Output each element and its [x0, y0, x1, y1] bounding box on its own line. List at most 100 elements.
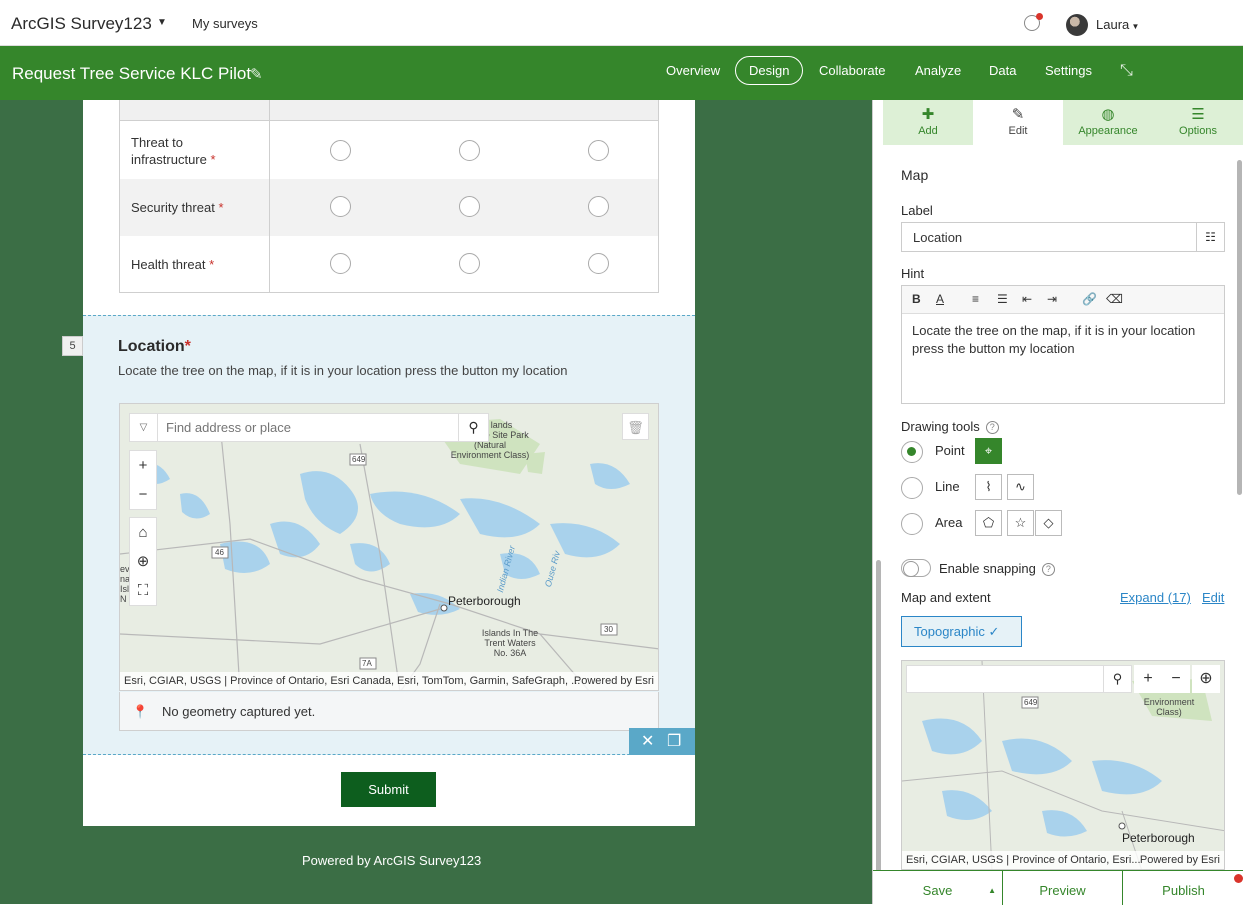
- likert-radio[interactable]: [588, 140, 609, 161]
- mini-search-box[interactable]: ⚲: [906, 665, 1132, 693]
- avatar[interactable]: [1066, 14, 1088, 36]
- zoom-in-icon[interactable]: +: [130, 451, 156, 480]
- bold-icon[interactable]: B: [912, 292, 921, 306]
- tab-appearance[interactable]: ◍ Appearance: [1063, 100, 1153, 145]
- check-icon: ✓: [988, 624, 1000, 639]
- row-label: Health threat *: [131, 257, 215, 272]
- tab-add[interactable]: ✚ Add: [883, 100, 973, 145]
- clear-format-icon[interactable]: ⌫: [1106, 292, 1123, 306]
- highway-label: 30: [604, 625, 613, 634]
- likert-radio[interactable]: [459, 140, 480, 161]
- map-attribution: Esri, CGIAR, USGS | Province of Ontario,…: [120, 672, 658, 690]
- canvas-scrollbar[interactable]: [876, 560, 881, 890]
- polygon-icon[interactable]: ⬠: [975, 510, 1002, 536]
- expand-link[interactable]: Expand (17): [1120, 590, 1191, 605]
- basemap-selector[interactable]: Topographic ✓: [901, 616, 1022, 647]
- location-question[interactable]: Location* Locate the tree on the map, if…: [83, 315, 695, 755]
- edit-extent-link[interactable]: Edit: [1202, 590, 1224, 605]
- link-icon[interactable]: 🔗: [1082, 292, 1097, 306]
- location-map[interactable]: 649 46 30 7A artha lands Signature Site …: [119, 403, 659, 691]
- table-divider: [269, 100, 270, 292]
- geometry-status: 📍 No geometry captured yet.: [119, 692, 659, 731]
- form-canvas: Threat to infrastructure * Security thre…: [0, 100, 872, 904]
- duplicate-question-icon[interactable]: ❐: [667, 731, 681, 751]
- highway-label: 649: [352, 455, 366, 464]
- delete-question-icon[interactable]: ✕: [641, 731, 654, 751]
- drawing-tools-title: Drawing tools?: [901, 419, 999, 435]
- likert-radio[interactable]: [588, 196, 609, 217]
- line-radio[interactable]: [901, 477, 923, 499]
- tab-settings[interactable]: Settings: [1045, 63, 1092, 78]
- tab-design[interactable]: Design: [735, 56, 804, 85]
- freehand-line-icon[interactable]: ∿: [1007, 474, 1034, 500]
- my-location-icon[interactable]: ⊕: [130, 547, 156, 576]
- indent-icon[interactable]: ⇥: [1047, 292, 1057, 306]
- fullscreen-icon[interactable]: ⛶: [130, 576, 156, 605]
- my-surveys-link[interactable]: My surveys: [192, 16, 258, 31]
- tab-options[interactable]: ☰ Options: [1153, 100, 1243, 145]
- search-source-dropdown[interactable]: ▽: [130, 414, 158, 441]
- map-extent-title: Map and extent: [901, 590, 991, 605]
- snapping-toggle[interactable]: [901, 559, 931, 577]
- label-options-icon[interactable]: ☷: [1196, 223, 1224, 251]
- highway-label: 7A: [362, 659, 372, 668]
- panel-scrollbar[interactable]: [1237, 160, 1242, 495]
- notification-badge: [1036, 13, 1043, 20]
- rte-toolbar: B A ≡ ☰ ⇤ ⇥ 🔗 ⌫: [902, 286, 1224, 314]
- submit-button[interactable]: Submit: [341, 772, 436, 807]
- question-number-badge: 5: [62, 336, 83, 356]
- likert-radio[interactable]: [588, 253, 609, 274]
- table-row: Security threat *: [120, 179, 658, 236]
- point-radio[interactable]: [901, 441, 923, 463]
- shapes-icon[interactable]: ◇: [1035, 510, 1062, 536]
- likert-radio[interactable]: [330, 196, 351, 217]
- map-search-box: ▽ ⚲: [129, 413, 489, 442]
- numbered-list-icon[interactable]: ≡: [972, 292, 979, 306]
- hint-text[interactable]: Locate the tree on the map, if it is in …: [912, 322, 1212, 358]
- search-icon[interactable]: ⚲: [458, 414, 488, 441]
- area-radio[interactable]: [901, 513, 923, 535]
- user-menu[interactable]: Laura ▼: [1096, 17, 1139, 32]
- tab-collaborate[interactable]: Collaborate: [819, 63, 886, 78]
- zoom-controls: + −: [129, 450, 157, 510]
- likert-radio[interactable]: [459, 253, 480, 274]
- tab-analyze[interactable]: Analyze: [915, 63, 961, 78]
- env-label: Environment Class): [1143, 697, 1195, 717]
- save-button[interactable]: Save ▲: [873, 871, 1003, 905]
- label-input[interactable]: [913, 230, 1183, 245]
- collapse-arrows-icon[interactable]: ⤡: [1120, 62, 1133, 80]
- map-attribution: Esri, CGIAR, USGS | Province of Ontario,…: [902, 851, 1224, 869]
- likert-radio[interactable]: [330, 253, 351, 274]
- extent-map[interactable]: 649 Environment Class) Peterborough ⚲ + …: [901, 660, 1225, 870]
- likert-radio[interactable]: [330, 140, 351, 161]
- zoom-out-icon[interactable]: −: [130, 480, 156, 509]
- my-location-icon[interactable]: ⊕: [1192, 665, 1220, 693]
- app-switcher-caret-icon[interactable]: ▼: [157, 17, 167, 28]
- map-search-input[interactable]: [166, 420, 456, 435]
- zoom-out-icon[interactable]: −: [1162, 665, 1190, 693]
- point-pin-icon[interactable]: ⌖: [975, 438, 1002, 464]
- home-icon[interactable]: ⌂: [130, 518, 156, 547]
- font-color-icon[interactable]: A: [936, 292, 944, 306]
- app-title[interactable]: ArcGIS Survey123: [11, 14, 152, 34]
- polyline-icon[interactable]: ⌇: [975, 474, 1002, 500]
- zoom-in-icon[interactable]: +: [1134, 665, 1162, 693]
- tab-edit[interactable]: ✎ Edit: [973, 100, 1063, 145]
- likert-radio[interactable]: [459, 196, 480, 217]
- freehand-polygon-icon[interactable]: ☆: [1007, 510, 1034, 536]
- publish-button[interactable]: Publish: [1123, 871, 1243, 905]
- preview-button[interactable]: Preview: [1003, 871, 1123, 905]
- tab-data[interactable]: Data: [989, 63, 1016, 78]
- likert-header: [120, 100, 658, 121]
- search-icon[interactable]: ⚲: [1103, 666, 1131, 692]
- city-label: Peterborough: [1122, 831, 1195, 845]
- survey-navbar: Request Tree Service KLC Pilot ✎ Overvie…: [0, 46, 1243, 100]
- outdent-icon[interactable]: ⇤: [1022, 292, 1032, 306]
- properties-panel: ✚ Add ✎ Edit ◍ Appearance ☰ Options Map Labe…: [872, 100, 1243, 905]
- help-icon: ?: [1041, 563, 1055, 577]
- edit-title-pencil-icon[interactable]: ✎: [250, 65, 263, 83]
- tab-overview[interactable]: Overview: [666, 63, 720, 78]
- trash-icon[interactable]: 🗑: [622, 413, 649, 440]
- bullet-list-icon[interactable]: ☰: [997, 292, 1008, 306]
- row-label: Threat to infrastructure *: [131, 135, 216, 167]
